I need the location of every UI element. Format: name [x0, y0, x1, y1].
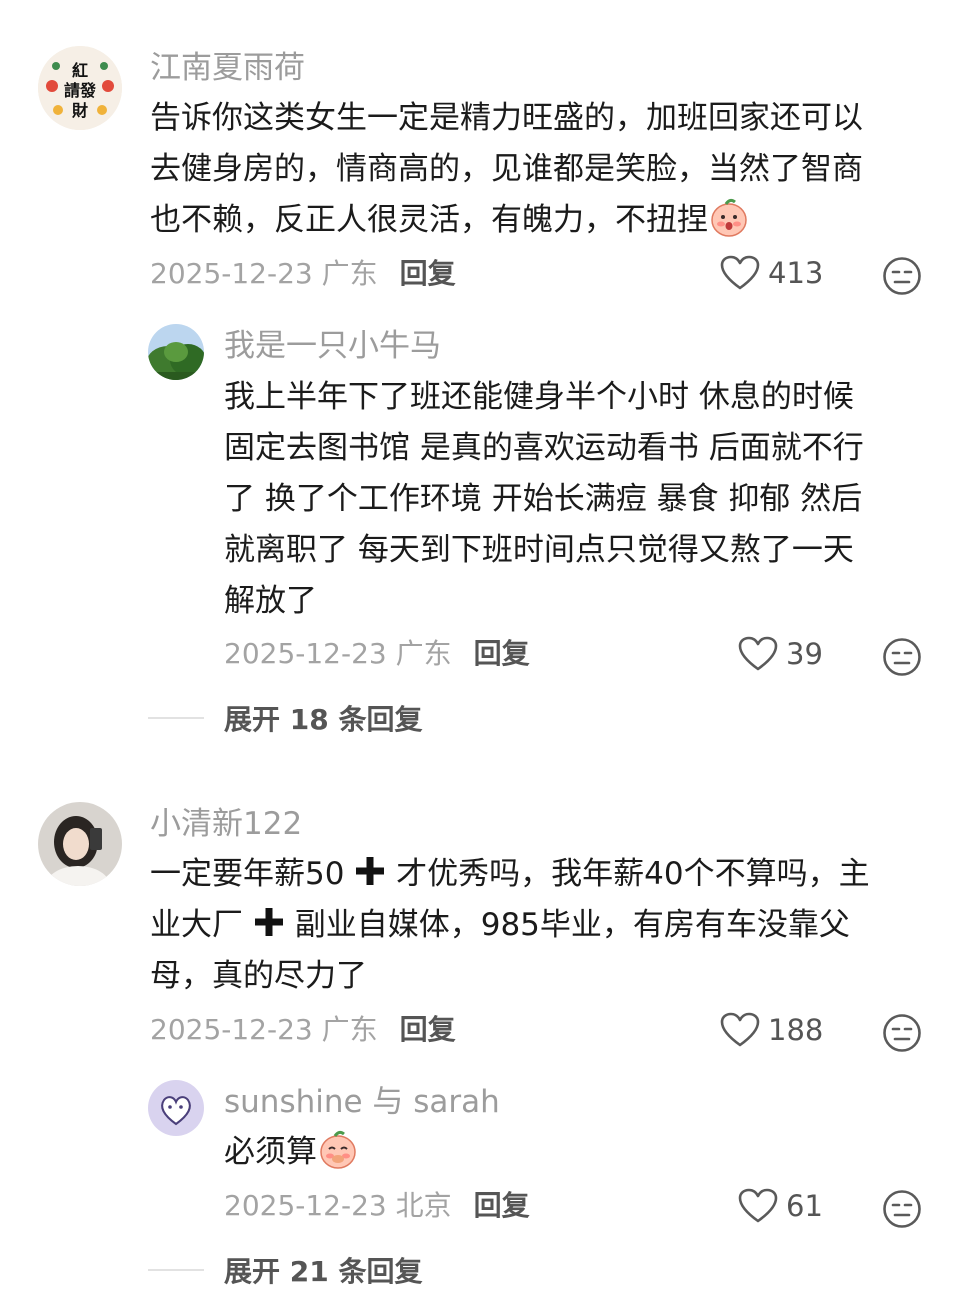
comment-username[interactable]: 小清新122: [150, 804, 302, 844]
reply-text-line: 固定去图书馆 是真的喜欢运动看书 后面就不行: [224, 430, 864, 466]
comment-text-line: 业大厂 副业自媒体，985毕业，有房有车没靠父: [150, 900, 850, 954]
meh-face-icon: [883, 1190, 921, 1228]
expand-replies-button[interactable]: 展开 21 条回复: [148, 1250, 422, 1290]
reply-username[interactable]: sunshine 与 sarah: [224, 1082, 500, 1122]
comment-username[interactable]: 江南夏雨荷: [150, 48, 305, 88]
comment-text: 一定要年薪50: [150, 856, 345, 892]
blushing-peach-emoji: [708, 198, 750, 254]
reply-username[interactable]: 我是一只小牛马: [224, 326, 441, 366]
comment-time-location: 2025-12-23 广东: [150, 1013, 378, 1046]
like-count: 39: [786, 637, 823, 671]
reply-text-line: 解放了: [224, 583, 317, 619]
reply-text-line: 我上半年下了班还能健身半个小时 休息的时候: [224, 379, 854, 415]
plus-icon: [253, 903, 285, 954]
plus-icon: [354, 852, 386, 903]
comment-text: 才优秀吗，我年薪40个不算吗，主: [396, 856, 870, 892]
reply-meta: 2025-12-23 广东 回复: [224, 634, 530, 674]
meh-face-icon: [883, 257, 921, 295]
comment-meta: 2025-12-23 广东 回复: [150, 254, 456, 294]
meh-face-icon: [883, 638, 921, 676]
svg-text:財: 財: [72, 101, 88, 120]
comment-text-line: 也不赖，反正人很灵活，有魄力，不扭捏: [150, 195, 750, 254]
heart-icon: [738, 636, 778, 671]
user-avatar[interactable]: 紅 請發 財: [38, 46, 122, 130]
svg-text:請發: 請發: [64, 81, 97, 100]
user-avatar[interactable]: [38, 802, 122, 886]
dislike-button[interactable]: [882, 256, 922, 296]
reply-dislike-button[interactable]: [882, 1189, 922, 1229]
divider-line: [148, 1269, 204, 1271]
reply-button[interactable]: 回复: [400, 1013, 456, 1046]
heart-icon: [738, 1188, 778, 1223]
comment-text-line: 去健身房的，情商高的，见谁都是笑脸，当然了智商: [150, 151, 863, 187]
comment-text-line: 告诉你这类女生一定是精力旺盛的，加班回家还可以: [150, 100, 863, 136]
reply-button[interactable]: 回复: [474, 637, 530, 670]
comment-text: 业大厂: [150, 907, 243, 943]
reply-time-location: 2025-12-23 广东: [224, 637, 452, 670]
reply-like-button[interactable]: 61: [738, 1188, 823, 1224]
reply-dislike-button[interactable]: [882, 637, 922, 677]
reply-text: 必须算: [224, 1134, 317, 1170]
comment-time-location: 2025-12-23 广东: [150, 257, 378, 290]
reply-time-location: 2025-12-23 北京: [224, 1189, 452, 1222]
like-count: 413: [768, 256, 824, 290]
reply-meta: 2025-12-23 北京 回复: [224, 1186, 530, 1226]
expand-replies-label: 展开 21 条回复: [224, 1255, 423, 1288]
reply-text-line: 了 换了个工作环境 开始长满痘 暴食 抑郁 然后: [224, 481, 863, 517]
shy-peach-emoji: [317, 1130, 359, 1186]
reply-user-avatar[interactable]: [148, 1080, 204, 1136]
reply-like-button[interactable]: 39: [738, 636, 823, 672]
comment-text: 副业自媒体，985毕业，有房有车没靠父: [294, 907, 850, 943]
reply-button[interactable]: 回复: [400, 257, 456, 290]
comment-meta: 2025-12-23 广东 回复: [150, 1010, 456, 1050]
like-button[interactable]: 188: [720, 1012, 823, 1048]
comment-text: 也不赖，反正人很灵活，有魄力，不扭捏: [150, 202, 708, 238]
expand-replies-label: 展开 18 条回复: [224, 703, 423, 736]
comment-text-line: 一定要年薪50 才优秀吗，我年薪40个不算吗，主: [150, 849, 870, 903]
reply-text-line: 必须算: [224, 1127, 359, 1186]
divider-line: [148, 717, 204, 719]
reply-user-avatar[interactable]: [148, 324, 204, 380]
heart-icon: [720, 255, 760, 290]
expand-replies-button[interactable]: 展开 18 条回复: [148, 698, 422, 738]
meh-face-icon: [883, 1014, 921, 1052]
avatar-calligraphy: 紅: [72, 61, 88, 80]
reply-text-line: 就离职了 每天到下班时间点只觉得又熬了一天: [224, 532, 854, 568]
like-count: 188: [768, 1013, 824, 1047]
reply-button[interactable]: 回复: [474, 1189, 530, 1222]
like-button[interactable]: 413: [720, 255, 823, 291]
dislike-button[interactable]: [882, 1013, 922, 1053]
comment-text-line: 母，真的尽力了: [150, 958, 367, 994]
like-count: 61: [786, 1189, 823, 1223]
heart-icon: [720, 1012, 760, 1047]
